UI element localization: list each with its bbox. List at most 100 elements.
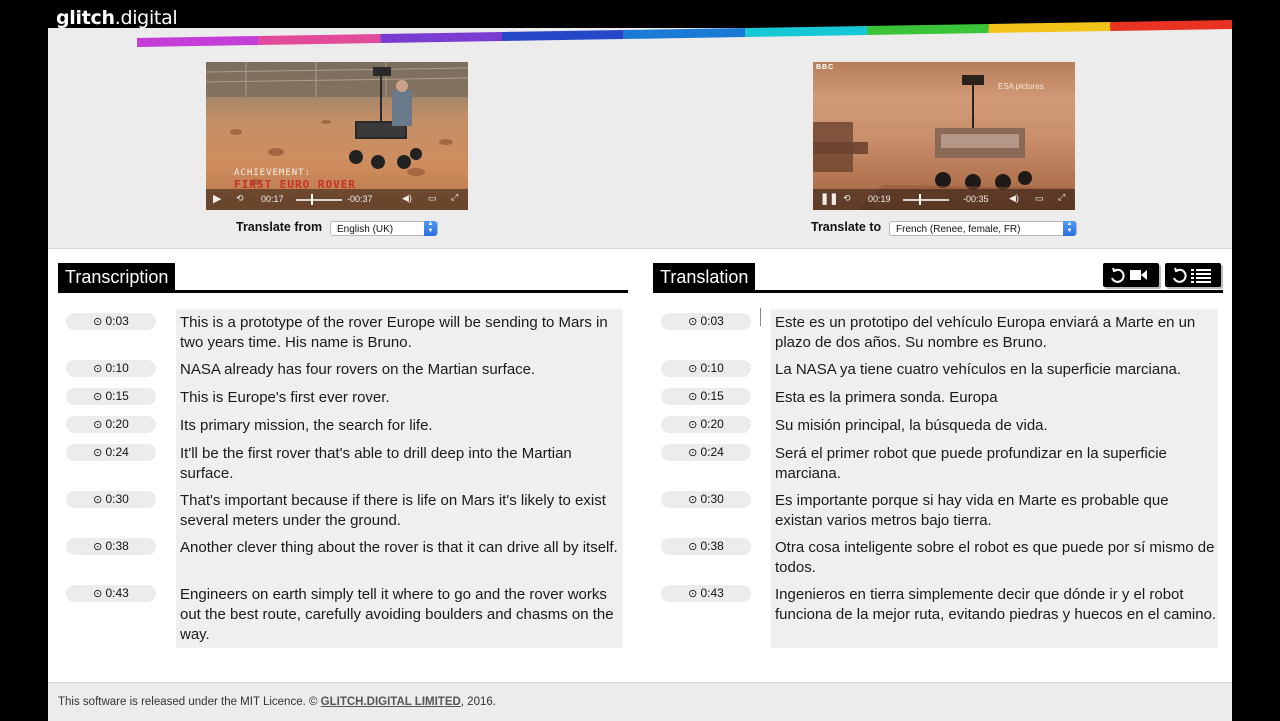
clock-icon: ⊙ [93, 447, 106, 459]
play-icon[interactable]: ▶ [213, 192, 221, 205]
translation-text[interactable]: La NASA ya tiene cuatro vehículos en la … [771, 356, 1218, 384]
footer-brand-link[interactable]: GLITCH.DIGITAL LIMITED [321, 696, 461, 708]
regenerate-video-button[interactable] [1103, 263, 1159, 287]
channel-logo: BBC [816, 64, 835, 71]
timestamp-label: 0:15 [700, 389, 724, 403]
clock-icon: ⊙ [688, 316, 701, 328]
translation-text[interactable]: Es importante porque si hay vida en Mart… [771, 487, 1218, 534]
stripe-graphic [137, 20, 1232, 47]
timestamp-button[interactable]: ⊙ 0:24 [66, 444, 156, 461]
clock-icon: ⊙ [688, 419, 701, 431]
refresh-video-icons [1111, 267, 1147, 283]
transcription-text[interactable]: NASA already has four rovers on the Mart… [176, 356, 623, 384]
translate-to-select[interactable]: French (Renee, female, FR) ▲ ▼ [889, 221, 1077, 236]
stripe-segment [867, 24, 989, 35]
translate-from-label: Translate from [236, 220, 323, 234]
transcription-text[interactable]: Another clever thing about the rover is … [176, 534, 623, 581]
seek-bar[interactable] [903, 199, 949, 201]
transcription-title: Transcription [58, 263, 176, 292]
translation-text[interactable]: Su misión principal, la búsqueda de vida… [771, 412, 1218, 440]
seek-handle[interactable] [919, 194, 922, 205]
fullscreen-icon[interactable]: ⤢ [1058, 192, 1065, 203]
timestamp-button[interactable]: ⊙ 0:43 [66, 585, 156, 602]
transcription-text[interactable]: Its primary mission, the search for life… [176, 412, 623, 440]
timestamp-button[interactable]: ⊙ 0:38 [661, 538, 751, 555]
pause-icon[interactable]: ❚❚ [820, 192, 838, 205]
timestamp-button[interactable]: ⊙ 0:30 [661, 491, 751, 508]
refresh-list-icons [1173, 267, 1211, 283]
timestamp-button[interactable]: ⊙ 0:30 [66, 491, 156, 508]
clock-icon: ⊙ [93, 419, 106, 431]
timestamp-label: 0:43 [700, 586, 724, 600]
current-time: 00:19 [868, 194, 891, 204]
volume-icon[interactable]: ◀) [402, 193, 412, 204]
clock-icon: ⊙ [688, 391, 701, 403]
translate-to-label: Translate to [811, 220, 882, 234]
timestamp-button[interactable]: ⊙ 0:20 [66, 416, 156, 433]
stripe-segment [502, 30, 624, 41]
timestamp-button[interactable]: ⊙ 0:43 [661, 585, 751, 602]
regenerate-text-button[interactable] [1165, 263, 1221, 287]
timestamp-button[interactable]: ⊙ 0:10 [66, 360, 156, 377]
timestamp-label: 0:30 [105, 492, 129, 506]
target-video-controls: ❚❚ ⟲ 00:19 -00:35 ◀) ▭ ⤢ [813, 189, 1075, 210]
text-cursor [760, 308, 761, 326]
timestamp-button[interactable]: ⊙ 0:20 [661, 416, 751, 433]
clock-icon: ⊙ [688, 541, 701, 553]
stripe-segment [380, 32, 502, 43]
translate-from-value: English (UK) [337, 224, 394, 235]
timestamp-button[interactable]: ⊙ 0:15 [66, 388, 156, 405]
source-video-controls: ▶ ⟲ 00:17 -00:37 ◀) ▭ ⤢ [206, 189, 468, 210]
clock-icon: ⊙ [688, 588, 701, 600]
volume-icon[interactable]: ◀) [1009, 193, 1019, 204]
transcription-text[interactable]: This is Europe's first ever rover. [176, 384, 623, 412]
timestamp-label: 0:10 [105, 361, 129, 375]
clock-icon: ⊙ [93, 494, 106, 506]
transcription-text[interactable]: Engineers on earth simply tell it where … [176, 581, 623, 648]
airplay-icon[interactable]: ▭ [1035, 193, 1044, 204]
transcription-text[interactable]: It'll be the first rover that's able to … [176, 440, 623, 487]
current-time: 00:17 [261, 194, 284, 204]
translation-text[interactable]: Esta es la primera sonda. Europa [771, 384, 1218, 412]
transcription-text[interactable]: This is a prototype of the rover Europe … [176, 309, 623, 356]
clock-icon: ⊙ [688, 494, 701, 506]
translation-divider [653, 290, 1223, 293]
target-video-player[interactable]: BBC ESA pictures ❚❚ ⟲ 00:19 -00:35 ◀) ▭ … [813, 62, 1075, 210]
seek-handle[interactable] [310, 194, 313, 205]
video-caption-top: ACHIEVEMENT: [234, 168, 312, 178]
timestamp-button[interactable]: ⊙ 0:03 [66, 313, 156, 330]
timestamp-button[interactable]: ⊙ 0:24 [661, 444, 751, 461]
translation-text[interactable]: Será el primer robot que puede profundiz… [771, 440, 1218, 487]
timestamp-label: 0:38 [700, 539, 724, 553]
source-video-player[interactable]: ACHIEVEMENT: FIRST EURO ROVER ▶ ⟲ 00:17 … [206, 62, 468, 210]
timestamp-label: 0:43 [105, 586, 129, 600]
timestamp-label: 0:24 [700, 445, 724, 459]
timestamp-button[interactable]: ⊙ 0:38 [66, 538, 156, 555]
select-arrows-icon: ▲ ▼ [424, 221, 437, 236]
timestamp-label: 0:38 [105, 539, 129, 553]
timestamp-button[interactable]: ⊙ 0:03 [661, 313, 751, 330]
seek-bar[interactable] [296, 199, 342, 201]
timestamp-button[interactable]: ⊙ 0:15 [661, 388, 751, 405]
color-stripe [137, 18, 1232, 58]
translation-title: Translation [653, 263, 756, 292]
rewind-icon[interactable]: ⟲ [843, 193, 851, 204]
stripe-segment [258, 34, 381, 45]
clock-icon: ⊙ [93, 316, 106, 328]
translation-text[interactable]: Otra cosa inteligente sobre el robot es … [771, 534, 1218, 581]
stripe-segment [137, 36, 259, 47]
translation-text[interactable]: Ingenieros en tierra simplemente decir q… [771, 581, 1218, 648]
timestamp-label: 0:10 [700, 361, 724, 375]
transcription-text[interactable]: That's important because if there is lif… [176, 487, 623, 534]
stripe-segment [1110, 20, 1232, 31]
fullscreen-icon[interactable]: ⤢ [451, 192, 458, 203]
timestamp-label: 0:30 [700, 492, 724, 506]
timestamp-button[interactable]: ⊙ 0:10 [661, 360, 751, 377]
rewind-icon[interactable]: ⟲ [236, 193, 244, 204]
airplay-icon[interactable]: ▭ [428, 193, 437, 204]
clock-icon: ⊙ [93, 541, 106, 553]
video-section: ACHIEVEMENT: FIRST EURO ROVER ▶ ⟲ 00:17 … [48, 28, 1232, 249]
timestamp-label: 0:24 [105, 445, 129, 459]
translate-from-select[interactable]: English (UK) ▲ ▼ [330, 221, 438, 236]
translation-text[interactable]: Este es un prototipo del vehículo Europa… [771, 309, 1218, 356]
